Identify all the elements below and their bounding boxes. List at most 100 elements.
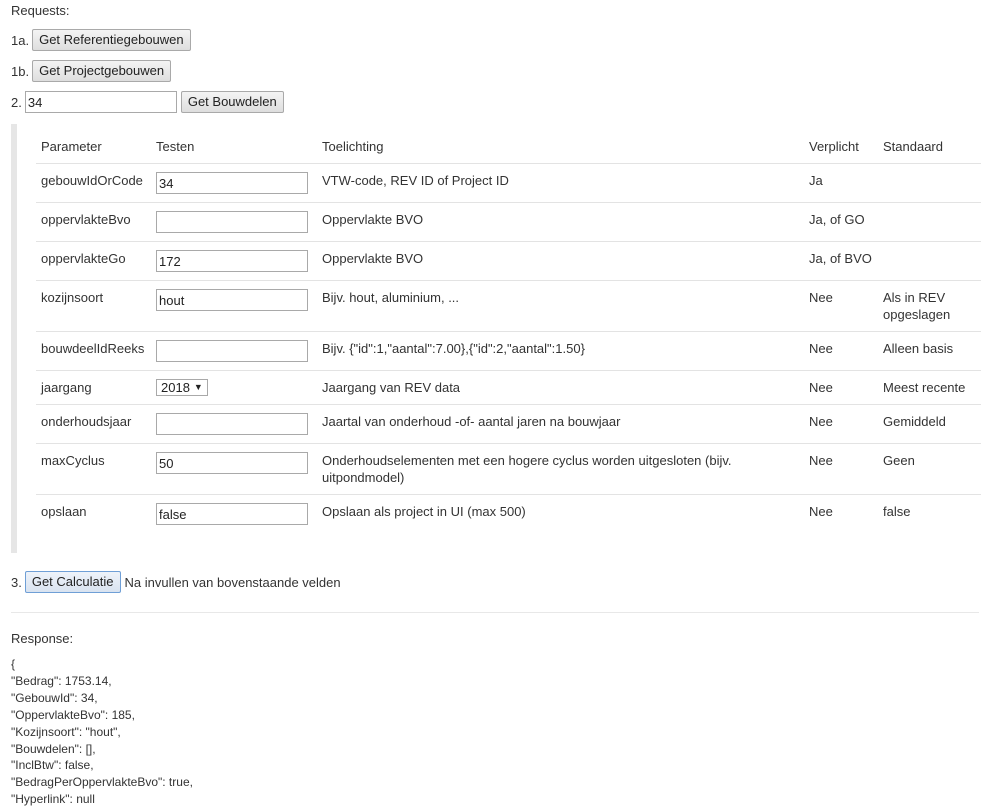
param-name: opslaan (36, 494, 151, 533)
param-name: jaargang (36, 370, 151, 405)
param-value-cell (151, 280, 317, 332)
table-row: oppervlakteGo Oppervlakte BVO Ja, of BVO (36, 241, 981, 281)
table-row: onderhoudsjaar Jaartal van onderhoud -of… (36, 404, 981, 444)
param-value-cell (151, 443, 317, 495)
building-id-input[interactable] (24, 91, 177, 113)
table-row: bouwdeelIdReeks Bijv. {"id":1,"aantal":7… (36, 331, 981, 371)
param-description: VTW-code, REV ID of Project ID (317, 163, 804, 203)
column-header-toelichting: Toelichting (322, 139, 384, 154)
maxcyclus-input[interactable] (156, 452, 308, 474)
param-required: Ja, of BVO (804, 241, 878, 281)
response-line: { (11, 657, 16, 671)
dropdown-arrow-icon: ▼ (193, 382, 203, 392)
oppervlaktego-input[interactable] (156, 250, 308, 272)
param-default: Als in REV opgeslagen (878, 280, 981, 332)
response-line: "Kozijnsoort": "hout", (11, 724, 121, 739)
param-required: Ja, of GO (804, 202, 878, 242)
jaargang-selected-value: 2018 (161, 380, 190, 395)
table-row: opslaan Opslaan als project in UI (max 5… (36, 494, 981, 533)
param-required: Nee (804, 370, 878, 405)
request-3-number: 3. (11, 574, 22, 590)
param-description: Bijv. hout, aluminium, ... (317, 280, 804, 332)
request-1b-row: 1b. Get Projectgebouwen (11, 60, 172, 82)
parameter-table: Parameter Testen Toelichting Verplicht S… (36, 124, 981, 533)
table-header-row: Parameter Testen Toelichting Verplicht S… (36, 124, 981, 164)
param-name: gebouwIdOrCode (36, 163, 151, 203)
bouwdeelidreeks-input[interactable] (156, 340, 308, 362)
get-bouwdelen-button[interactable]: Get Bouwdelen (180, 91, 284, 113)
param-description: Opslaan als project in UI (max 500) (317, 494, 804, 533)
jaargang-select[interactable]: 2018 ▼ (156, 379, 208, 396)
request-1a-number: 1a. (11, 32, 30, 48)
param-default: Geen (878, 443, 981, 495)
table-row: kozijnsoort Bijv. hout, aluminium, ... N… (36, 280, 981, 332)
param-required: Nee (804, 404, 878, 444)
column-header-standaard: Standaard (883, 139, 943, 154)
param-description: Oppervlakte BVO (317, 241, 804, 281)
param-name: oppervlakteGo (36, 241, 151, 281)
response-line: "Bedrag": 1753.14, (11, 673, 112, 688)
request-1a-row: 1a. Get Referentiegebouwen (11, 29, 191, 51)
param-required: Nee (804, 280, 878, 332)
table-row: jaargang 2018 ▼ Jaargang van REV data Ne… (36, 370, 981, 405)
get-calculatie-button[interactable]: Get Calculatie (24, 571, 121, 593)
param-value-cell (151, 494, 317, 533)
param-value-cell (151, 241, 317, 281)
calculatie-note: Na invullen van bovenstaande velden (124, 574, 341, 590)
parameter-panel: Parameter Testen Toelichting Verplicht S… (11, 124, 981, 553)
param-description: Jaargang van REV data (317, 370, 804, 405)
param-required: Ja (804, 163, 878, 203)
response-line: "Hyperlink": null (11, 792, 95, 807)
column-header-parameter: Parameter (41, 139, 102, 154)
param-description: Bijv. {"id":1,"aantal":7.00},{"id":2,"aa… (317, 331, 804, 371)
get-projectgebouwen-button[interactable]: Get Projectgebouwen (32, 60, 172, 82)
param-default: Alleen basis (878, 331, 981, 371)
param-default (878, 163, 981, 203)
param-name: bouwdeelIdReeks (36, 331, 151, 371)
param-default: Meest recente (878, 370, 981, 405)
request-2-row: 2. Get Bouwdelen (11, 91, 284, 113)
param-default (878, 202, 981, 242)
column-header-testen: Testen (156, 139, 195, 154)
response-body: { "Bedrag": 1753.14, "GebouwId": 34, "Op… (11, 656, 193, 808)
response-line: "Bouwdelen": [], (11, 741, 96, 756)
param-name: onderhoudsjaar (36, 404, 151, 444)
column-header-verplicht: Verplicht (809, 139, 859, 154)
param-value-cell (151, 404, 317, 444)
param-value-cell (151, 331, 317, 371)
param-required: Nee (804, 443, 878, 495)
param-value-cell (151, 163, 317, 203)
table-row: oppervlakteBvo Oppervlakte BVO Ja, of GO (36, 202, 981, 242)
param-description: Oppervlakte BVO (317, 202, 804, 242)
table-row: maxCyclus Onderhoudselementen met een ho… (36, 443, 981, 495)
opslaan-input[interactable] (156, 503, 308, 525)
param-name: kozijnsoort (36, 280, 151, 332)
param-default: false (878, 494, 981, 533)
request-2-number: 2. (11, 94, 22, 110)
response-line: "BedragPerOppervlakteBvo": true, (11, 775, 193, 790)
param-description: Jaartal van onderhoud -of- aantal jaren … (317, 404, 804, 444)
param-name: maxCyclus (36, 443, 151, 495)
response-label: Response: (11, 631, 74, 646)
kozijnsoort-input[interactable] (156, 289, 308, 311)
param-default: Gemiddeld (878, 404, 981, 444)
response-line: "GebouwId": 34, (11, 690, 98, 705)
oppervlaktebvo-input[interactable] (156, 211, 308, 233)
requests-heading: Requests: (11, 3, 70, 18)
get-referentiegebouwen-button[interactable]: Get Referentiegebouwen (32, 29, 191, 51)
gebouwidorcode-input[interactable] (156, 172, 308, 194)
param-value-cell (151, 202, 317, 242)
param-required: Nee (804, 494, 878, 533)
param-value-cell: 2018 ▼ (151, 370, 317, 405)
param-description: Onderhoudselementen met een hogere cyclu… (317, 443, 804, 495)
param-required: Nee (804, 331, 878, 371)
param-default (878, 241, 981, 281)
onderhoudsjaar-input[interactable] (156, 413, 308, 435)
param-name: oppervlakteBvo (36, 202, 151, 242)
response-line: "InclBtw": false, (11, 758, 94, 773)
section-divider (11, 612, 979, 613)
request-1b-number: 1b. (11, 63, 30, 79)
table-row: gebouwIdOrCode VTW-code, REV ID of Proje… (36, 163, 981, 203)
response-line: "OppervlakteBvo": 185, (11, 707, 135, 722)
request-3-row: 3. Get Calculatie Na invullen van bovens… (11, 571, 341, 593)
